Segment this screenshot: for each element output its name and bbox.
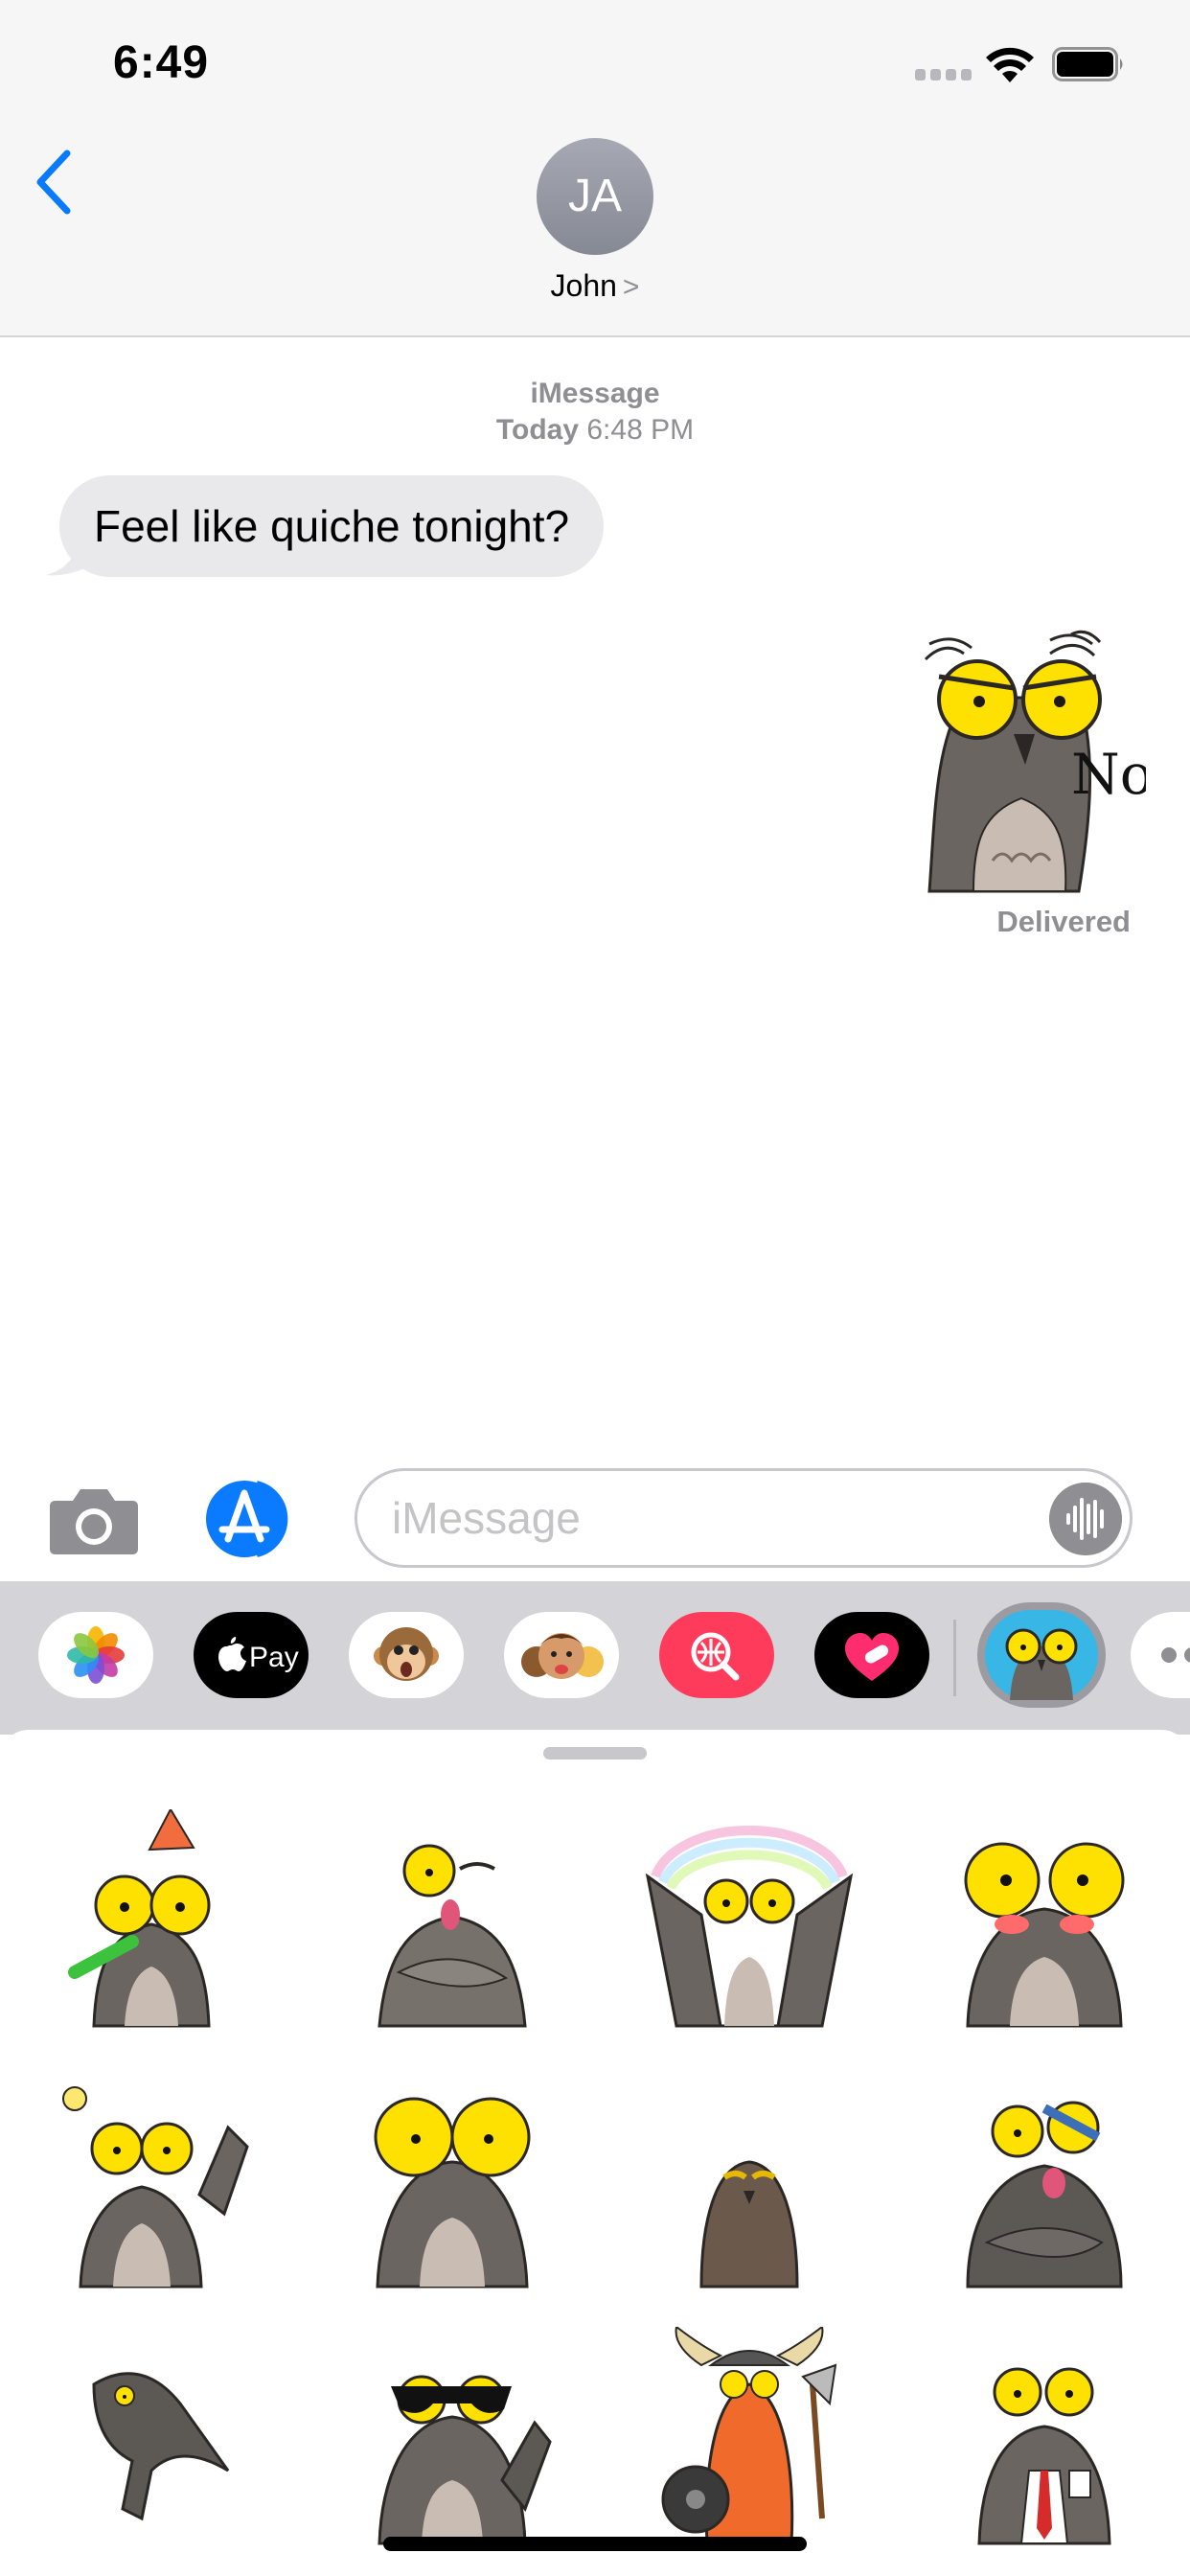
wide-eyed-owl-sticker[interactable] <box>337 2070 567 2290</box>
timestamp-day: Today <box>495 414 580 446</box>
contact-avatar[interactable]: JA <box>537 138 653 255</box>
delivery-status: Delivered <box>996 905 1131 938</box>
memoji-app-icon[interactable] <box>504 1612 619 1698</box>
wifi-icon <box>986 47 1034 82</box>
contact-name-button[interactable]: John > <box>0 268 1190 304</box>
app-drawer: Pay <box>0 1581 1190 1735</box>
party-owl-sticker[interactable] <box>36 1809 266 2030</box>
camera-icon[interactable] <box>48 1484 140 1556</box>
apple-pay-app-icon[interactable]: Pay <box>194 1612 309 1698</box>
office-owl-sticker[interactable] <box>929 2327 1159 2547</box>
rainbow-owl-sticker[interactable] <box>634 1809 864 2030</box>
panel-grabber[interactable] <box>543 1747 647 1760</box>
cool-sunglasses-owl-sticker[interactable] <box>337 2327 567 2547</box>
shocked-owl-sticker[interactable] <box>929 2070 1159 2290</box>
incoming-message-bubble[interactable]: Feel like quiche tonight? <box>59 475 605 577</box>
contact-name: John <box>550 268 617 303</box>
imessage-screen: 6:49 JA John > iMessage Today 6:48 PM Fee… <box>0 0 1190 2576</box>
message-input[interactable]: iMessage <box>355 1468 1133 1568</box>
idea-owl-sticker[interactable] <box>36 2070 266 2290</box>
more-apps-icon[interactable] <box>1131 1612 1190 1698</box>
image-search-app-icon[interactable] <box>659 1612 774 1698</box>
photos-app-icon[interactable] <box>38 1612 153 1698</box>
flying-owl-sticker[interactable] <box>36 2327 266 2547</box>
blushing-owl-sticker[interactable] <box>929 1809 1159 2030</box>
timestamp-time: 6:48 PM <box>586 414 695 446</box>
cellular-signal-icon <box>915 69 973 82</box>
winking-owl-sticker[interactable] <box>337 1809 567 2030</box>
chevron-right-icon: > <box>622 271 640 303</box>
sleepy-owl-sticker[interactable] <box>634 2070 864 2290</box>
home-indicator[interactable] <box>383 2537 807 2551</box>
apple-pay-label: Pay <box>249 1642 299 1673</box>
conversation-header: 6:49 JA John > <box>0 0 1190 337</box>
back-chevron-icon[interactable] <box>29 144 82 220</box>
potoo-sticker-app-icon[interactable] <box>977 1602 1106 1708</box>
app-drawer-divider <box>953 1620 956 1696</box>
status-time: 6:49 <box>113 37 210 88</box>
viking-owl-sticker[interactable] <box>634 2327 864 2547</box>
service-label: iMessage <box>530 378 660 409</box>
message-input-placeholder: iMessage <box>392 1493 581 1543</box>
message-timestamp: Today 6:48 PM <box>0 412 1190 448</box>
digital-touch-app-icon[interactable] <box>814 1612 929 1698</box>
sent-sticker-text: No <box>1071 742 1146 807</box>
sent-owl-sticker[interactable]: No <box>906 621 1146 895</box>
audio-waveform-icon[interactable] <box>1049 1483 1122 1555</box>
app-store-icon[interactable] <box>201 1476 307 1562</box>
animoji-app-icon[interactable] <box>349 1612 464 1698</box>
battery-icon <box>1052 47 1123 81</box>
